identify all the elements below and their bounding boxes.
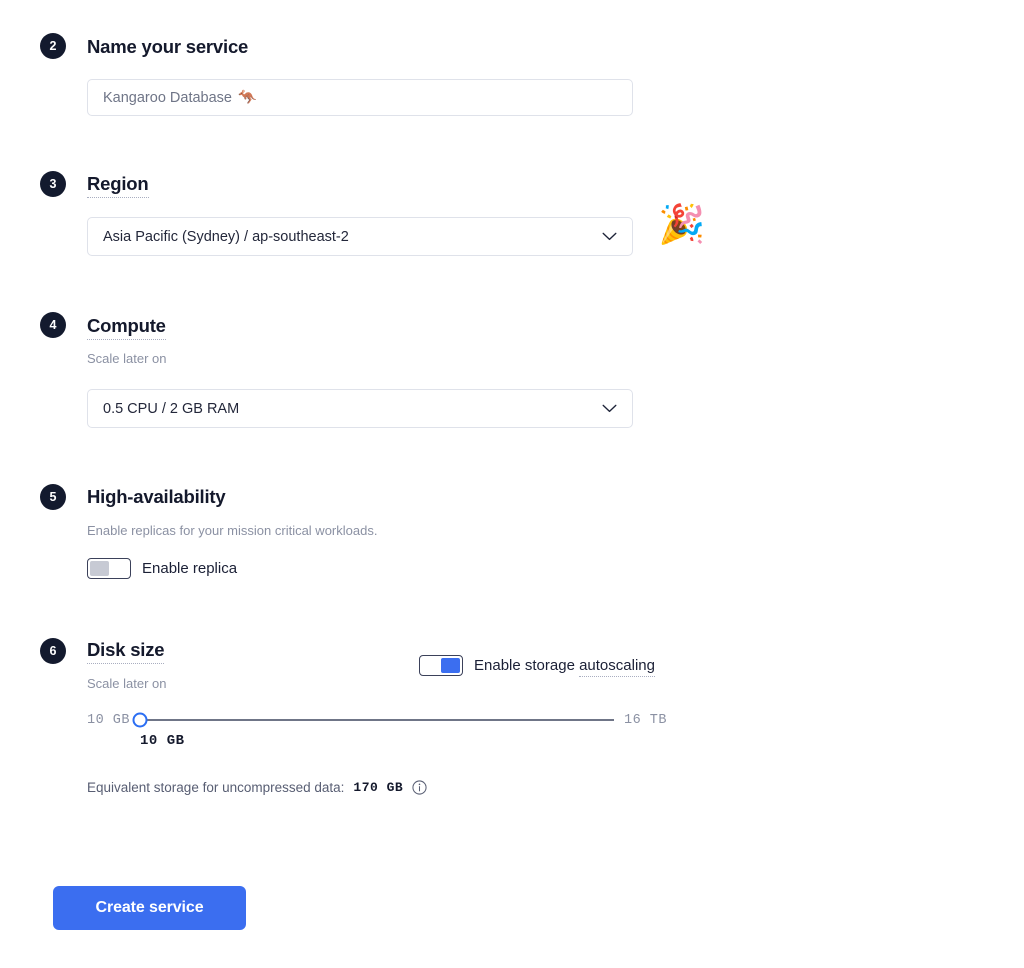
section-heading-high-availability: High-availability <box>87 486 226 507</box>
step-badge-4: 4 <box>40 312 66 338</box>
slider-track[interactable] <box>132 712 614 728</box>
compute-selected-value: 0.5 CPU / 2 GB RAM <box>103 400 240 417</box>
slider-handle[interactable] <box>132 712 148 728</box>
enable-replica-toggle-row[interactable]: Enable replica <box>87 558 237 579</box>
info-circle-icon[interactable] <box>412 780 427 795</box>
compute-select[interactable]: 0.5 CPU / 2 GB RAM <box>87 389 633 428</box>
autoscaling-label-suffix: autoscaling <box>579 657 655 677</box>
kangaroo-icon: 🦘 <box>238 89 257 106</box>
high-availability-subtitle: Enable replicas for your mission critica… <box>87 523 378 538</box>
equivalent-storage-value: 170 GB <box>353 780 404 795</box>
section-heading-disk-size: Disk size <box>87 639 165 665</box>
enable-replica-label: Enable replica <box>142 560 238 577</box>
party-popper-icon: 🎉 <box>658 204 706 246</box>
enable-storage-autoscaling-switch[interactable] <box>419 655 463 676</box>
step-badge-5: 5 <box>40 484 66 510</box>
service-name-input[interactable]: Kangaroo Database 🦘 <box>87 79 633 116</box>
step-badge-3: 3 <box>40 171 66 197</box>
service-name-value: Kangaroo Database <box>103 89 232 106</box>
switch-knob <box>90 561 109 576</box>
create-service-form: 2 Name your service Kangaroo Database 🦘 … <box>0 0 1024 968</box>
disk-size-slider[interactable]: 10 GB 16 TB <box>87 708 667 732</box>
section-heading-region: Region <box>87 173 149 199</box>
section-heading-name: Name your service <box>87 36 249 57</box>
equivalent-storage-row: Equivalent storage for uncompressed data… <box>87 780 427 795</box>
chevron-down-icon <box>602 404 617 413</box>
autoscaling-label-prefix: Enable storage <box>474 657 580 674</box>
slider-current-value: 10 GB <box>140 733 185 749</box>
chevron-down-icon <box>602 232 617 241</box>
equivalent-storage-label: Equivalent storage for uncompressed data… <box>87 780 345 795</box>
disk-size-subtitle: Scale later on <box>87 676 167 691</box>
compute-subtitle: Scale later on <box>87 351 167 366</box>
slider-max-label: 16 TB <box>623 712 667 728</box>
step-badge-6: 6 <box>40 638 66 664</box>
switch-knob <box>441 658 460 673</box>
slider-min-label: 10 GB <box>87 712 131 728</box>
create-service-button[interactable]: Create service <box>53 886 246 930</box>
enable-storage-autoscaling-label: Enable storage autoscaling <box>474 657 655 677</box>
region-select[interactable]: Asia Pacific (Sydney) / ap-southeast-2 <box>87 217 633 256</box>
region-selected-value: Asia Pacific (Sydney) / ap-southeast-2 <box>103 228 349 245</box>
section-heading-compute: Compute <box>87 315 166 341</box>
step-badge-2: 2 <box>40 33 66 59</box>
enable-replica-switch[interactable] <box>87 558 131 579</box>
enable-storage-autoscaling-toggle-row[interactable]: Enable storage autoscaling <box>419 655 655 677</box>
